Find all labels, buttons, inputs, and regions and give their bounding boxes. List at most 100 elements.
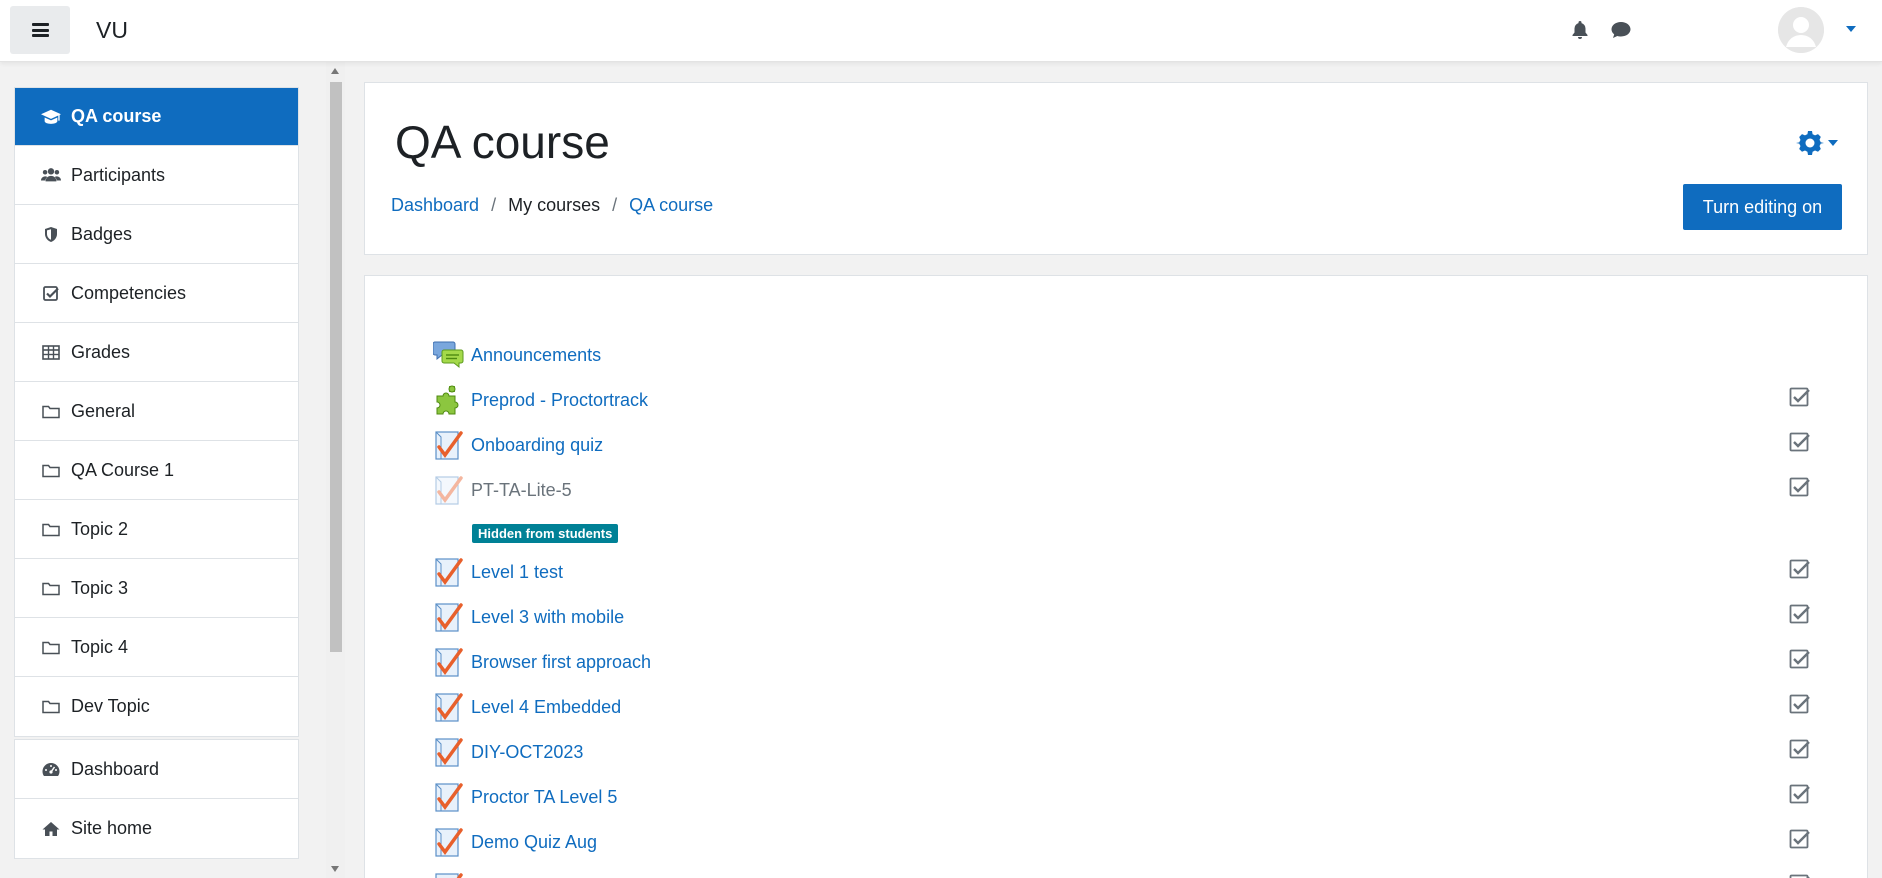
sidebar-item-label: General (71, 400, 136, 421)
activity-link[interactable]: Browser first approach (471, 652, 651, 673)
activity-preprod-proctortrack: Preprod - Proctortrack (433, 381, 648, 419)
sidebar-item-dev-topic[interactable]: Dev Topic (15, 677, 298, 736)
activity-link[interactable]: PT-TA-Lite-5 (471, 480, 572, 501)
quiz-icon (433, 826, 465, 858)
sidebar-item-badges[interactable]: Badges (15, 205, 298, 264)
activity-level-1-test: Level 1 test (433, 553, 563, 591)
scroll-down-icon[interactable] (331, 866, 339, 872)
sidebar-item-topic-4[interactable]: Topic 4 (15, 618, 298, 677)
home-icon (41, 819, 61, 839)
activity-link[interactable]: Proctor TA Level 5 (471, 787, 617, 808)
user-icon (1778, 7, 1824, 53)
chat-icon[interactable] (1610, 20, 1632, 45)
activity-browser-first-approach: Browser first approach (433, 643, 651, 681)
folder-icon (41, 578, 61, 598)
sidebar-item-dashboard[interactable]: Dashboard (15, 740, 298, 799)
folder-icon (41, 401, 61, 421)
page-title: QA course (395, 116, 610, 168)
quiz-icon (433, 429, 465, 461)
sidebar-item-label: Topic 2 (71, 518, 129, 539)
course-nav: QA course Participants Badges Competenci… (14, 87, 299, 737)
breadcrumb-course[interactable]: QA course (629, 195, 713, 216)
sidebar-item-label: Participants (71, 164, 166, 185)
activity-link[interactable]: Level 4 Embedded (471, 697, 621, 718)
sidebar-item-label: Topic 3 (71, 577, 129, 598)
quiz-icon (433, 601, 465, 633)
sidebar-item-topic-3[interactable]: Topic 3 (15, 559, 298, 618)
turn-editing-on-button[interactable]: Turn editing on (1683, 184, 1842, 230)
quiz-icon (433, 691, 465, 723)
activity-link[interactable]: Level 1 test (471, 562, 563, 583)
user-avatar[interactable] (1778, 7, 1824, 53)
menu-toggle-button[interactable] (10, 6, 70, 54)
activity-level-3-with-mobile: Level 3 with mobile (433, 598, 624, 636)
completion-checkbox-icon[interactable] (1789, 784, 1811, 806)
activity-demo-quiz-aug: Demo Quiz Aug (433, 823, 597, 861)
folder-icon (41, 519, 61, 539)
activity-link[interactable]: Onboarding quiz (471, 435, 603, 456)
activity-diy-oct2023: DIY-OCT2023 (433, 733, 583, 771)
completion-checkbox-icon[interactable] (1789, 432, 1811, 454)
bell-icon[interactable] (1571, 20, 1589, 45)
sidebar-item-label: Dashboard (71, 758, 160, 779)
shield-icon (41, 224, 61, 244)
completion-checkbox-icon[interactable] (1789, 477, 1811, 499)
course-actions-menu[interactable] (1796, 129, 1838, 157)
quiz-icon (433, 781, 465, 813)
activity-link[interactable]: DIY-OCT2023 (471, 742, 583, 763)
completion-checkbox-icon[interactable] (1789, 559, 1811, 581)
sidebar-item-qa-course-1[interactable]: QA Course 1 (15, 441, 298, 500)
folder-icon (41, 460, 61, 480)
completion-checkbox-icon[interactable] (1789, 604, 1811, 626)
activity-link[interactable]: Level 3 with mobile (471, 607, 624, 628)
site-name[interactable]: VU (96, 17, 128, 44)
chevron-down-icon[interactable] (1846, 26, 1856, 32)
activity-proctor-ta-level-5: Proctor TA Level 5 (433, 778, 617, 816)
activity-link[interactable]: Preprod - Proctortrack (471, 390, 648, 411)
hamburger-icon (31, 23, 49, 37)
scroll-up-icon[interactable] (331, 68, 339, 74)
users-icon (41, 165, 61, 185)
activity-announcements: Announcements (432, 336, 601, 374)
nav-drawer: QA course Participants Badges Competenci… (0, 62, 345, 878)
scroll-thumb[interactable] (330, 82, 342, 652)
completion-checkbox-icon[interactable] (1789, 829, 1811, 851)
site-nav: Dashboard Site home (14, 739, 299, 859)
sidebar-item-label: Badges (71, 223, 133, 244)
breadcrumb-my-courses: My courses (508, 195, 601, 215)
breadcrumb-separator: / (491, 195, 497, 215)
quiz-icon (433, 736, 465, 768)
sidebar-item-label: Grades (71, 341, 131, 362)
activity-link[interactable]: Demo Quiz Aug (471, 832, 597, 853)
sidebar-item-grades[interactable]: Grades (15, 323, 298, 382)
chevron-down-icon (1828, 140, 1838, 146)
quiz-icon (433, 556, 465, 588)
sidebar-item-competencies[interactable]: Competencies (15, 264, 298, 323)
completion-checkbox-icon[interactable] (1789, 387, 1811, 409)
sidebar-item-label: QA course (71, 106, 162, 126)
dashboard-icon (41, 759, 61, 779)
drawer-scrollbar[interactable] (326, 62, 345, 878)
top-navbar: VU (0, 0, 1882, 62)
sidebar-item-label: QA Course 1 (71, 459, 175, 480)
activity-link[interactable]: Announcements (471, 345, 601, 366)
quiz-icon (433, 871, 465, 878)
completion-checkbox-icon[interactable] (1789, 694, 1811, 716)
sidebar-item-label: Competencies (71, 282, 187, 303)
completion-checkbox-icon[interactable] (1789, 649, 1811, 671)
sidebar-item-general[interactable]: General (15, 382, 298, 441)
breadcrumb-dashboard[interactable]: Dashboard (391, 195, 479, 216)
sidebar-item-label: Site home (71, 818, 153, 838)
completion-checkbox-icon[interactable] (1789, 874, 1811, 878)
check-square-icon (41, 283, 61, 303)
activity-level-4-embedded: Level 4 Embedded (433, 688, 621, 726)
sidebar-item-topic-2[interactable]: Topic 2 (15, 500, 298, 559)
sidebar-item-qa-course[interactable]: QA course (15, 88, 298, 146)
forum-icon (432, 339, 465, 371)
completion-checkbox-icon[interactable] (1789, 739, 1811, 761)
sidebar-item-label: Topic 4 (71, 636, 129, 657)
table-icon (41, 342, 61, 362)
sidebar-item-participants[interactable]: Participants (15, 146, 298, 205)
sidebar-item-site-home[interactable]: Site home (15, 799, 298, 858)
activity-pt-ta-lite-5: PT-TA-Lite-5 (433, 471, 572, 509)
